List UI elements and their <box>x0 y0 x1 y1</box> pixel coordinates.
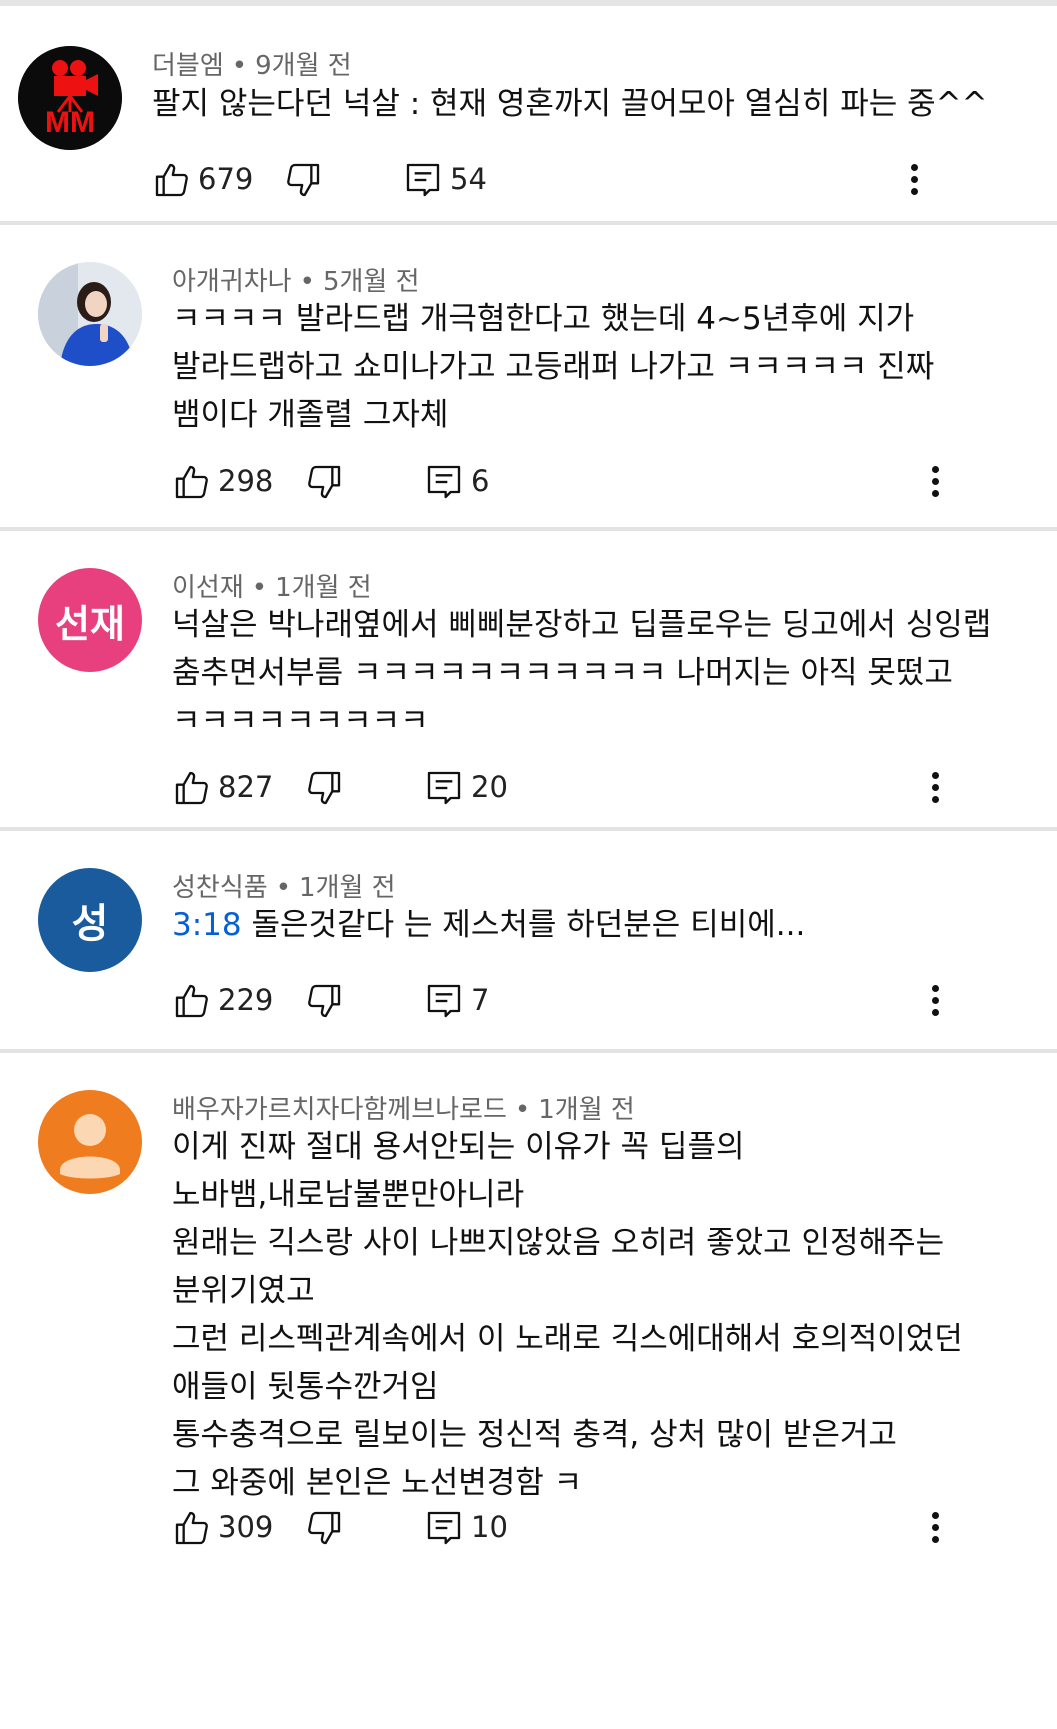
more-vert-icon[interactable] <box>925 1508 945 1548</box>
thumb-up-icon[interactable] <box>172 1508 212 1548</box>
more-vert-icon[interactable] <box>904 160 924 200</box>
comment-line: 그 와중에 본인은 노선변경함 ㅋ <box>172 1465 583 1501</box>
comment-line: 춤추면서부름 ㅋㅋㅋㅋㅋㅋㅋㅋㅋㅋㅋ 나머지는 아직 못떴고 <box>172 655 953 691</box>
comment-actions: 309 10 <box>0 1508 1057 1556</box>
comment-text: 3:18 돌은것같다 는 제스처를 하던분은 티비에... <box>172 901 805 949</box>
author-name[interactable]: 성찬식품 <box>172 873 268 903</box>
author-name[interactable]: 배우자가르치자다함께브나로드 <box>172 1095 507 1125</box>
thumb-up-icon[interactable] <box>152 160 192 200</box>
comment-line: 발라드랩하고 쇼미나가고 고등래퍼 나가고 ㅋㅋㅋㅋㅋ 진짜 <box>172 349 935 385</box>
like-count: 309 <box>218 1510 274 1544</box>
thumb-down-icon[interactable] <box>304 981 344 1021</box>
more-vert-icon[interactable] <box>925 981 945 1021</box>
meta-separator: • <box>299 267 315 297</box>
comment-actions: 298 6 <box>0 462 1057 510</box>
comment-time[interactable]: 1개월 전 <box>538 1095 635 1125</box>
reply-count: 7 <box>471 983 490 1017</box>
thumb-down-icon[interactable] <box>283 160 323 200</box>
avatar[interactable]: 성 <box>38 868 142 972</box>
reply-count: 20 <box>471 770 508 804</box>
avatar-initials: 성 <box>71 901 109 947</box>
thumb-up-icon[interactable] <box>172 981 212 1021</box>
meta-separator: • <box>275 873 292 903</box>
comment-divider <box>0 221 1057 225</box>
comment-line: 3:18 돌은것같다 는 제스처를 하던분은 티비에... <box>172 901 805 949</box>
reply-icon[interactable] <box>403 160 443 200</box>
comment-text: 이게 진짜 절대 용서안되는 이유가 꼭 딥플의 노바뱀,내로남불뿐만아니라 원… <box>172 1123 963 1507</box>
comment-line: 통수충격으로 릴보이는 정신적 충격, 상처 많이 받은거고 <box>172 1417 897 1453</box>
like-count: 679 <box>198 162 254 196</box>
reply-count: 10 <box>471 1510 508 1544</box>
avatar[interactable] <box>38 1090 142 1194</box>
author-name[interactable]: 이선재 <box>172 573 244 603</box>
comment-divider <box>0 1049 1057 1053</box>
reply-icon[interactable] <box>424 981 464 1021</box>
comment-time[interactable]: 9개월 전 <box>255 51 352 81</box>
timestamp-link[interactable]: 3:18 <box>172 907 242 943</box>
author-name[interactable]: 아개귀차나 <box>172 267 292 297</box>
comment-divider <box>0 527 1057 531</box>
comment-meta: 아개귀차나 • 5개월 전 <box>172 261 420 298</box>
thumb-down-icon[interactable] <box>304 462 344 502</box>
like-count: 229 <box>218 983 274 1017</box>
more-vert-icon[interactable] <box>925 768 945 808</box>
profile-photo-icon <box>38 262 142 366</box>
author-name[interactable]: 더블엠 <box>152 51 224 81</box>
meta-separator: • <box>514 1095 531 1125</box>
comment-actions: 679 54 <box>0 160 1057 208</box>
comment-meta: 배우자가르치자다함께브나로드 • 1개월 전 <box>172 1089 635 1126</box>
comment-time[interactable]: 1개월 전 <box>299 873 396 903</box>
avatar-initials: 선재 <box>55 601 125 646</box>
comment-time[interactable]: 1개월 전 <box>275 573 372 603</box>
reply-icon[interactable] <box>424 768 464 808</box>
like-count: 827 <box>218 770 274 804</box>
comment-line: 애들이 뒷통수깐거임 <box>172 1369 439 1405</box>
comment-line: 원래는 긱스랑 사이 나쁘지않았음 오히려 좋았고 인정해주는 <box>172 1225 945 1261</box>
reply-count: 6 <box>471 464 490 498</box>
comment-line: 그런 리스펙관계속에서 이 노래로 긱스에대해서 호의적이었던 <box>172 1321 963 1357</box>
avatar[interactable]: MM <box>18 46 122 150</box>
comment-actions: 229 7 <box>0 981 1057 1029</box>
comment-line-text: 돌은것같다 는 제스처를 하던분은 티비에... <box>251 907 806 943</box>
comment-meta: 더블엠 • 9개월 전 <box>152 45 352 82</box>
comment-line: 이게 진짜 절대 용서안되는 이유가 꼭 딥플의 <box>172 1129 745 1165</box>
meta-separator: • <box>251 573 268 603</box>
comment-line: 뱀이다 개졸렬 그자체 <box>172 397 449 433</box>
reply-icon[interactable] <box>424 462 464 502</box>
comment-line: 넉살은 박나래옆에서 삐삐분장하고 딥플로우는 딩고에서 싱잉랩 <box>172 607 992 643</box>
avatar[interactable] <box>38 262 142 366</box>
avatar-logo-text: MM <box>45 106 95 139</box>
comment-line: 노바뱀,내로남불뿐만아니라 <box>172 1177 525 1213</box>
top-divider <box>0 0 1057 6</box>
reply-count: 54 <box>450 162 487 196</box>
comment-line: ㅋㅋㅋㅋ 발라드랩 개극혐한다고 했는데 4~5년후에 지가 <box>172 301 915 337</box>
more-vert-icon[interactable] <box>925 462 945 502</box>
meta-separator: • <box>231 51 248 81</box>
comment-line: ㅋㅋㅋㅋㅋㅋㅋㅋㅋ <box>172 703 429 739</box>
comment-text: 팔지 않는다던 넉살 : 현재 영혼까지 끌어모아 열심히 파는 중^^ <box>152 80 988 128</box>
default-person-icon <box>60 1114 120 1179</box>
thumb-down-icon[interactable] <box>304 768 344 808</box>
comment-text: 넉살은 박나래옆에서 삐삐분장하고 딥플로우는 딩고에서 싱잉랩 춤추면서부름 … <box>172 601 991 745</box>
thumb-up-icon[interactable] <box>172 462 212 502</box>
comment-divider <box>0 827 1057 831</box>
thumb-down-icon[interactable] <box>304 1508 344 1548</box>
reply-icon[interactable] <box>424 1508 464 1548</box>
comment-time[interactable]: 5개월 전 <box>323 267 420 297</box>
comment-meta: 이선재 • 1개월 전 <box>172 567 372 604</box>
comment-text: ㅋㅋㅋㅋ 발라드랩 개극혐한다고 했는데 4~5년후에 지가 발라드랩하고 쇼미… <box>172 295 934 439</box>
thumb-up-icon[interactable] <box>172 768 212 808</box>
comment-meta: 성찬식품 • 1개월 전 <box>172 867 396 904</box>
comment-line: 분위기였고 <box>172 1273 315 1309</box>
avatar[interactable]: 선재 <box>38 568 142 672</box>
comment-actions: 827 20 <box>0 768 1057 816</box>
like-count: 298 <box>218 464 274 498</box>
comment-line: 팔지 않는다던 넉살 : 현재 영혼까지 끌어모아 열심히 파는 중^^ <box>152 86 988 122</box>
